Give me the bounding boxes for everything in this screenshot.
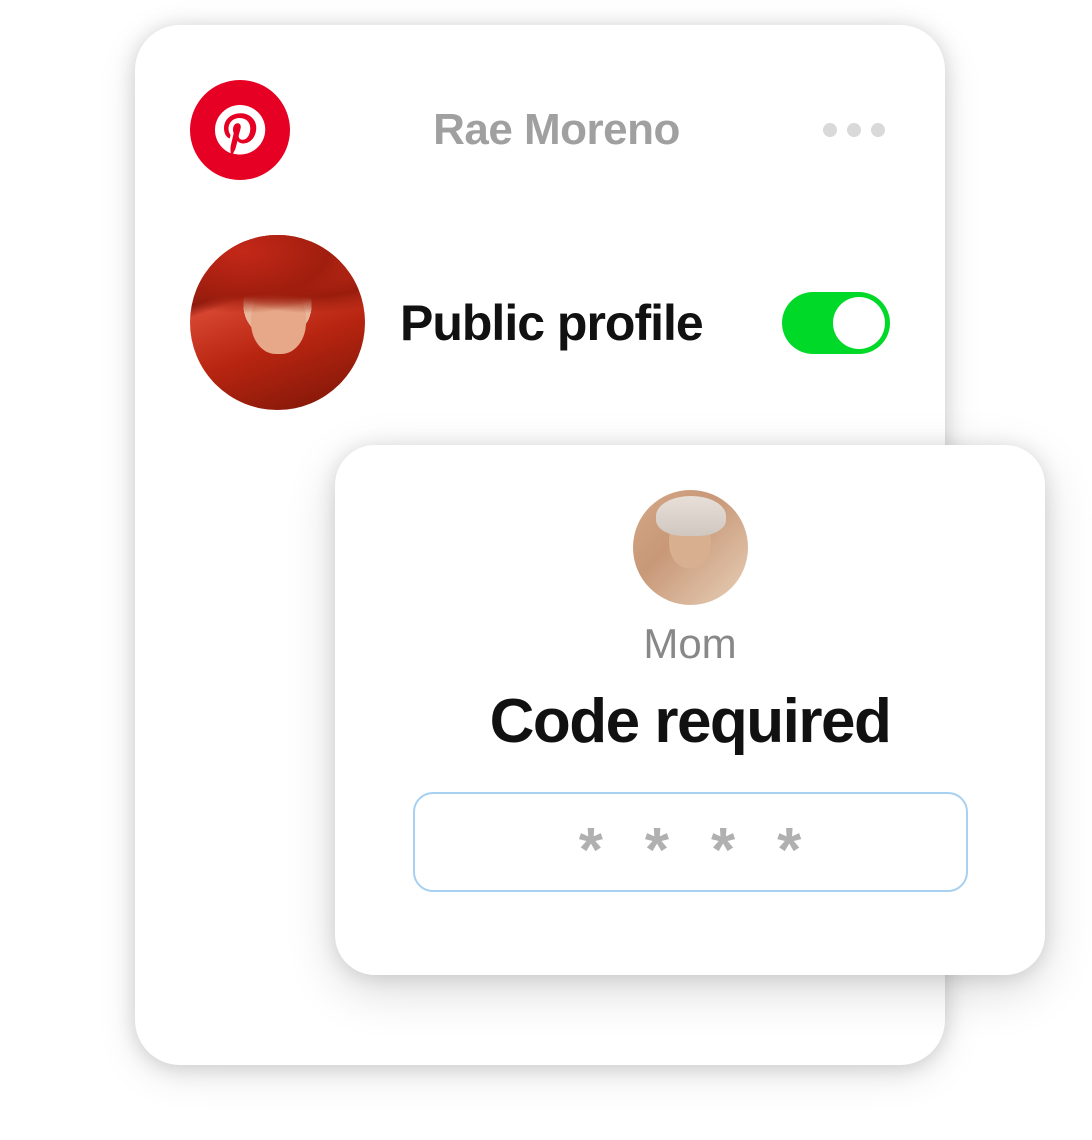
more-options-icon[interactable]: [823, 123, 895, 137]
user-name: Rae Moreno: [290, 105, 823, 155]
public-profile-toggle[interactable]: [782, 292, 890, 354]
avatar: [190, 235, 365, 410]
passcode-digit: *: [579, 820, 603, 882]
passcode-input[interactable]: * * * *: [413, 792, 968, 892]
passcode-digit: *: [711, 820, 735, 882]
pinterest-logo-icon: [190, 80, 290, 180]
code-required-title: Code required: [490, 686, 891, 757]
parent-avatar: [633, 490, 748, 605]
public-profile-row: Public profile: [135, 180, 945, 410]
parent-label: Mom: [643, 620, 736, 668]
header: Rae Moreno: [135, 25, 945, 180]
public-profile-label: Public profile: [400, 294, 747, 352]
passcode-digit: *: [777, 820, 801, 882]
code-required-card: Mom Code required * * * *: [335, 445, 1045, 975]
passcode-digit: *: [645, 820, 669, 882]
